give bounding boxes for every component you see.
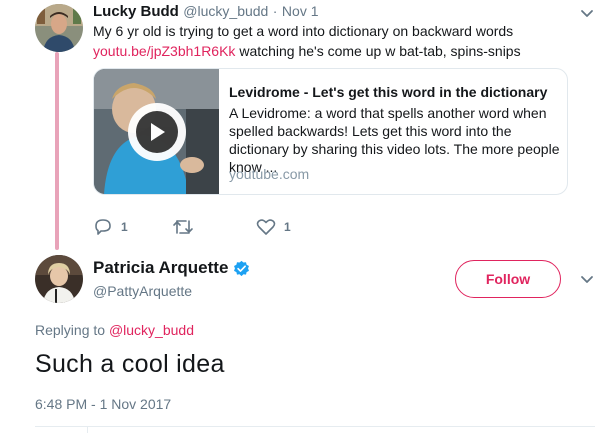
- author-name[interactable]: Patricia Arquette: [93, 258, 228, 278]
- parent-tweet-header: Lucky Budd @lucky_budd · Nov 1: [93, 3, 319, 21]
- bottom-divider: [35, 426, 595, 427]
- tweet-menu-chevron[interactable]: [579, 271, 595, 292]
- retweet-icon: [173, 220, 193, 234]
- chevron-down-icon: [581, 276, 593, 283]
- play-button-inner: [136, 111, 178, 153]
- author-handle[interactable]: @PattyArquette: [93, 283, 192, 299]
- reply-action[interactable]: 1: [93, 218, 128, 236]
- card-domain: youtube.com: [229, 166, 310, 182]
- youtube-link[interactable]: youtu.be/jpZ3bh1R6Kk: [93, 43, 235, 59]
- verified-badge-icon: [234, 260, 250, 276]
- tweet-date[interactable]: Nov 1: [282, 3, 319, 19]
- tweet-text: Such a cool idea: [35, 350, 225, 378]
- thread-connector-line: [55, 52, 59, 250]
- replying-to-line: Replying to @lucky_budd: [35, 322, 194, 338]
- divider-tick: [87, 426, 88, 433]
- lucky-budd-avatar[interactable]: [35, 4, 83, 52]
- heart-icon: [256, 219, 276, 235]
- card-title: Levidrome - Let's get this word in the d…: [229, 84, 548, 100]
- replying-to-prefix: Replying to: [35, 322, 109, 338]
- author-name[interactable]: Lucky Budd: [93, 3, 179, 20]
- follow-button[interactable]: Follow: [455, 260, 561, 298]
- main-tweet-author: Patricia Arquette: [93, 258, 250, 278]
- tweet-text-line-1: My 6 yr old is trying to get a word into…: [93, 23, 514, 39]
- like-action[interactable]: 1: [256, 218, 291, 236]
- separator-dot: ·: [272, 3, 278, 19]
- reply-icon: [95, 219, 111, 235]
- chevron-down-icon: [581, 10, 593, 17]
- retweet-action[interactable]: [172, 218, 202, 236]
- video-thumbnail[interactable]: [94, 69, 219, 194]
- replying-to-handle[interactable]: @lucky_budd: [109, 322, 194, 338]
- tweet-text-rest: watching he's come up w bat-tab, spins-s…: [235, 43, 521, 59]
- play-icon: [151, 123, 165, 141]
- patricia-arquette-avatar[interactable]: [35, 255, 83, 303]
- like-count: 1: [284, 220, 291, 234]
- tweet-menu-chevron[interactable]: [579, 5, 595, 26]
- tweet-timestamp[interactable]: 6:48 PM - 1 Nov 2017: [35, 396, 171, 412]
- link-preview-card[interactable]: Levidrome - Let's get this word in the d…: [93, 68, 568, 195]
- tweet-text-line-2: youtu.be/jpZ3bh1R6Kk watching he's come …: [93, 43, 521, 59]
- play-button[interactable]: [128, 103, 186, 161]
- reply-count: 1: [121, 220, 128, 234]
- author-handle[interactable]: @lucky_budd: [183, 3, 268, 19]
